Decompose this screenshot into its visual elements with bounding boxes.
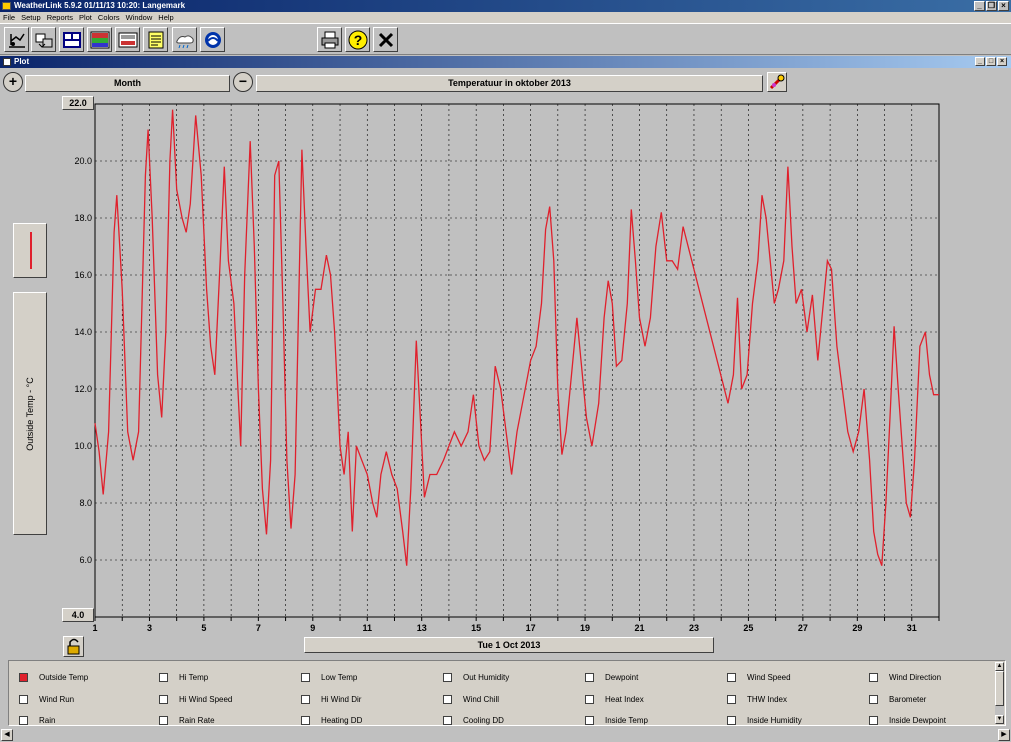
x-tick-label: 29 (852, 623, 862, 633)
legend-label-barometer[interactable]: Barometer (889, 695, 926, 705)
legend-label-wind-direction[interactable]: Wind Direction (889, 673, 941, 683)
x-tick-label: 27 (798, 623, 808, 633)
legend-checkbox-hi-wind-dir[interactable] (301, 695, 310, 704)
legend-label-hi-wind-dir[interactable]: Hi Wind Dir (321, 695, 361, 705)
x-tick-label: 17 (526, 623, 536, 633)
x-tick-label: 9 (310, 623, 315, 633)
y-tick-label: 16.0 (74, 270, 92, 280)
x-tick-label: 25 (743, 623, 753, 633)
legend-label-wind-chill[interactable]: Wind Chill (463, 695, 499, 705)
horizontal-scrollbar[interactable]: ◀ ▶ (0, 728, 1011, 742)
legend-label-inside-temp[interactable]: Inside Temp (605, 716, 648, 726)
legend-label-outside-temp[interactable]: Outside Temp (39, 673, 88, 683)
legend-checkbox-outside-temp[interactable] (19, 673, 28, 682)
x-tick-label: 21 (635, 623, 645, 633)
legend-checkbox-wind-chill[interactable] (443, 695, 452, 704)
legend-label-heat-index[interactable]: Heat Index (605, 695, 644, 705)
legend-checkbox-low-temp[interactable] (301, 673, 310, 682)
x-tick-label: 23 (689, 623, 699, 633)
scroll-down-icon[interactable]: ▼ (995, 715, 1004, 724)
legend-checkbox-hi-temp[interactable] (159, 673, 168, 682)
date-label[interactable]: Tue 1 Oct 2013 (304, 637, 714, 653)
y-tick-label: 6.0 (79, 555, 92, 565)
legend-checkbox-heat-index[interactable] (585, 695, 594, 704)
legend-checkbox-wind-speed[interactable] (727, 673, 736, 682)
legend-checkbox-wind-run[interactable] (19, 695, 28, 704)
scroll-right-icon[interactable]: ▶ (998, 729, 1010, 741)
legend-label-heating-dd[interactable]: Heating DD (321, 716, 362, 726)
scroll-thumb[interactable] (995, 671, 1004, 706)
legend-label-dewpoint[interactable]: Dewpoint (605, 673, 638, 683)
legend-checkbox-out-humidity[interactable] (443, 673, 452, 682)
scroll-left-icon[interactable]: ◀ (1, 729, 13, 741)
legend-label-rain[interactable]: Rain (39, 716, 55, 726)
x-tick-label: 19 (580, 623, 590, 633)
legend-label-rain-rate[interactable]: Rain Rate (179, 716, 215, 726)
x-tick-label: 7 (256, 623, 261, 633)
legend-checkbox-barometer[interactable] (869, 695, 878, 704)
plot-area (94, 103, 940, 618)
legend-checkbox-inside-humidity[interactable] (727, 716, 736, 725)
legend-label-wind-run[interactable]: Wind Run (39, 695, 74, 705)
legend-checkbox-hi-wind-speed[interactable] (159, 695, 168, 704)
legend-checkbox-cooling-dd[interactable] (443, 716, 452, 725)
scroll-up-icon[interactable]: ▲ (995, 662, 1004, 671)
legend-label-thw-index[interactable]: THW Index (747, 695, 787, 705)
x-tick-label: 15 (471, 623, 481, 633)
lock-icon[interactable] (63, 636, 84, 657)
legend-label-cooling-dd[interactable]: Cooling DD (463, 716, 504, 726)
series-legend: ▲ ▼ Outside Temp Hi Temp Low Temp Out Humid… (8, 660, 1006, 726)
x-tick-label: 5 (201, 623, 206, 633)
x-tick-label: 1 (92, 623, 97, 633)
legend-checkbox-thw-index[interactable] (727, 695, 736, 704)
y-tick-label: 14.0 (74, 327, 92, 337)
y-tick-label: 18.0 (74, 213, 92, 223)
legend-checkbox-rain-rate[interactable] (159, 716, 168, 725)
legend-checkbox-inside-dewpoint[interactable] (869, 716, 878, 725)
x-tick-label: 11 (363, 623, 373, 633)
legend-label-wind-speed[interactable]: Wind Speed (747, 673, 791, 683)
legend-label-low-temp[interactable]: Low Temp (321, 673, 357, 683)
legend-checkbox-wind-direction[interactable] (869, 673, 878, 682)
legend-label-hi-wind-speed[interactable]: Hi Wind Speed (179, 695, 232, 705)
y-tick-label: 8.0 (79, 498, 92, 508)
x-tick-label: 31 (907, 623, 917, 633)
x-tick-label: 13 (417, 623, 427, 633)
legend-label-out-humidity[interactable]: Out Humidity (463, 673, 509, 683)
legend-scrollbar[interactable]: ▲ ▼ (995, 662, 1004, 724)
legend-label-inside-humidity[interactable]: Inside Humidity (747, 716, 802, 726)
legend-checkbox-rain[interactable] (19, 716, 28, 725)
temperature-chart: 20.018.016.014.012.010.08.06.01 3 5 7 9 11 13 1… (74, 103, 940, 633)
x-tick-label: 3 (147, 623, 152, 633)
legend-label-inside-dewpoint[interactable]: Inside Dewpoint (889, 716, 946, 726)
legend-checkbox-inside-temp[interactable] (585, 716, 594, 725)
legend-checkbox-heating-dd[interactable] (301, 716, 310, 725)
y-tick-label: 12.0 (74, 384, 92, 394)
y-tick-label: 20.0 (74, 156, 92, 166)
legend-checkbox-dewpoint[interactable] (585, 673, 594, 682)
legend-label-hi-temp[interactable]: Hi Temp (179, 673, 208, 683)
y-tick-label: 10.0 (74, 441, 92, 451)
